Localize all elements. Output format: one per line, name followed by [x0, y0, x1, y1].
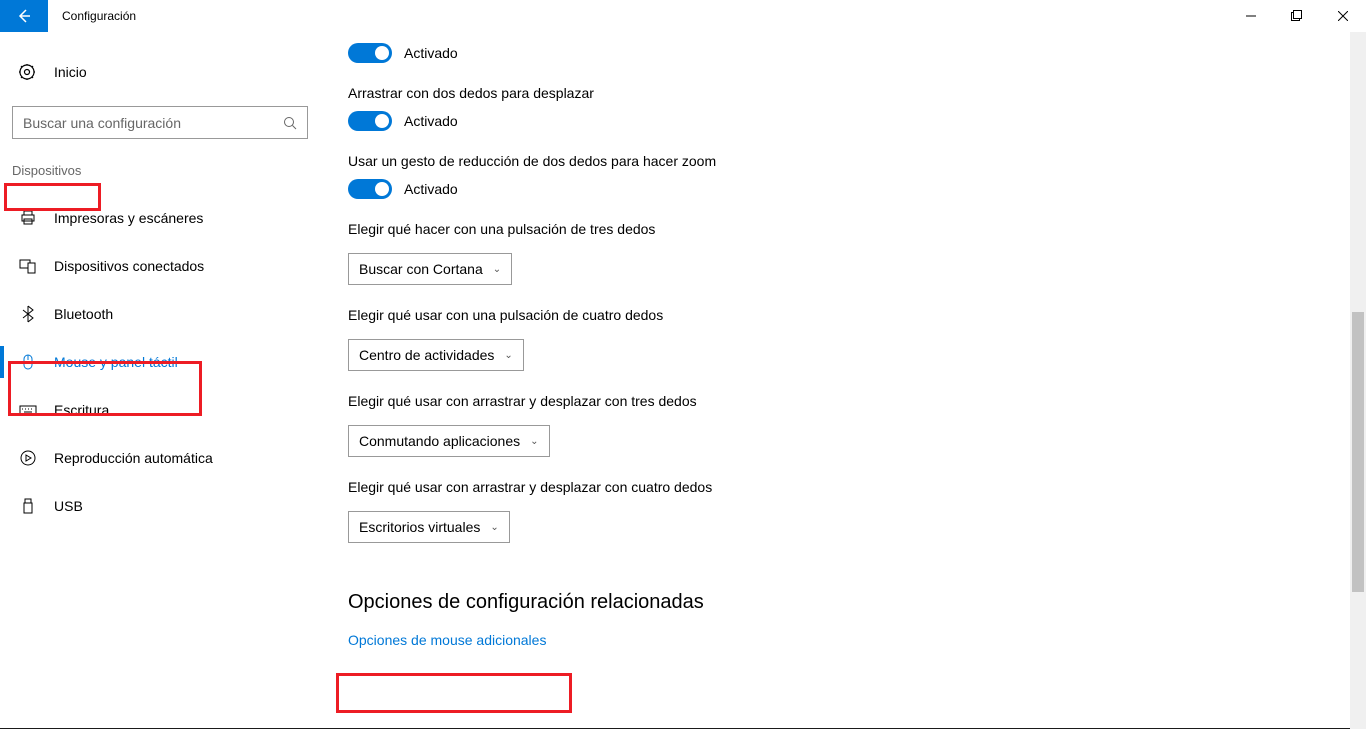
- sidebar-item-label: Escritura: [54, 402, 109, 418]
- sidebar-item-label: Impresoras y escáneres: [54, 210, 203, 226]
- additional-mouse-options-link[interactable]: Opciones de mouse adicionales: [348, 632, 546, 648]
- dropdown-value: Centro de actividades: [359, 347, 494, 363]
- chevron-down-icon: ⌄: [530, 436, 538, 447]
- toggle-state: Activado: [404, 113, 458, 129]
- home-label: Inicio: [54, 64, 87, 80]
- dropdown-four-finger-tap[interactable]: Centro de actividades ⌄: [348, 339, 524, 371]
- window-title: Configuración: [62, 9, 136, 23]
- back-button[interactable]: [0, 0, 48, 32]
- sidebar-item-mouse[interactable]: Mouse y panel táctil: [0, 340, 320, 384]
- dropdown-value: Conmutando aplicaciones: [359, 433, 520, 449]
- home-icon: [18, 63, 38, 81]
- close-button[interactable]: [1320, 0, 1366, 32]
- arrow-left-icon: [16, 8, 32, 24]
- sidebar-item-usb[interactable]: USB: [0, 484, 320, 528]
- setting-label-partial: Usar una pulsación de dos dedos para cli…: [348, 32, 1346, 35]
- sidebar-item-label: Dispositivos conectados: [54, 258, 204, 274]
- related-heading: Opciones de configuración relacionadas: [348, 591, 1346, 614]
- toggle-two-finger-rightclick[interactable]: [348, 43, 392, 63]
- sidebar-item-typing[interactable]: Escritura: [0, 388, 320, 432]
- usb-icon: [18, 497, 38, 515]
- maximize-button[interactable]: [1274, 0, 1320, 32]
- setting-label: Elegir qué hacer con una pulsación de tr…: [348, 221, 1346, 237]
- sidebar-item-autoplay[interactable]: Reproducción automática: [0, 436, 320, 480]
- sidebar-item-label: Bluetooth: [54, 306, 113, 322]
- autoplay-icon: [18, 449, 38, 467]
- dropdown-four-finger-drag[interactable]: Escritorios virtuales ⌄: [348, 511, 510, 543]
- setting-label: Arrastrar con dos dedos para desplazar: [348, 85, 1346, 101]
- maximize-icon: [1291, 10, 1303, 22]
- chevron-down-icon: ⌄: [493, 264, 501, 275]
- dropdown-three-finger-drag[interactable]: Conmutando aplicaciones ⌄: [348, 425, 550, 457]
- setting-label: Elegir qué usar con una pulsación de cua…: [348, 307, 1346, 323]
- mouse-icon: [18, 353, 38, 371]
- sidebar: Inicio Dispositivos Impresoras y escáner…: [0, 32, 320, 729]
- chevron-down-icon: ⌄: [490, 522, 498, 533]
- setting-label: Elegir qué usar con arrastrar y desplaza…: [348, 393, 1346, 409]
- chevron-down-icon: ⌄: [504, 350, 512, 361]
- sidebar-item-printers[interactable]: Impresoras y escáneres: [0, 196, 320, 240]
- dropdown-value: Buscar con Cortana: [359, 261, 483, 277]
- window-controls: [1228, 0, 1366, 32]
- main-content: Usar una pulsación de dos dedos para cli…: [320, 32, 1366, 729]
- search-box[interactable]: [12, 106, 308, 139]
- category-label: Dispositivos: [12, 159, 81, 182]
- dropdown-value: Escritorios virtuales: [359, 519, 480, 535]
- bluetooth-icon: [18, 305, 38, 323]
- printer-icon: [18, 209, 38, 227]
- close-icon: [1338, 11, 1348, 21]
- keyboard-icon: [18, 401, 38, 419]
- minimize-button[interactable]: [1228, 0, 1274, 32]
- devices-icon: [18, 257, 38, 275]
- scrollbar-thumb[interactable]: [1352, 312, 1364, 592]
- setting-label: Usar un gesto de reducción de dos dedos …: [348, 153, 1346, 169]
- toggle-pinch-zoom[interactable]: [348, 179, 392, 199]
- scrollbar[interactable]: [1350, 32, 1366, 729]
- titlebar: Configuración: [0, 0, 1366, 32]
- sidebar-item-bluetooth[interactable]: Bluetooth: [0, 292, 320, 336]
- sidebar-item-label: USB: [54, 498, 83, 514]
- setting-label: Elegir qué usar con arrastrar y desplaza…: [348, 479, 1346, 495]
- dropdown-three-finger-tap[interactable]: Buscar con Cortana ⌄: [348, 253, 512, 285]
- toggle-state: Activado: [404, 181, 458, 197]
- minimize-icon: [1246, 11, 1256, 21]
- toggle-state: Activado: [404, 45, 458, 61]
- search-input[interactable]: [23, 115, 283, 131]
- toggle-two-finger-scroll[interactable]: [348, 111, 392, 131]
- search-icon: [283, 116, 297, 130]
- home-button[interactable]: Inicio: [0, 50, 320, 94]
- sidebar-item-label: Reproducción automática: [54, 450, 213, 466]
- sidebar-item-label: Mouse y panel táctil: [54, 354, 178, 370]
- sidebar-item-connected[interactable]: Dispositivos conectados: [0, 244, 320, 288]
